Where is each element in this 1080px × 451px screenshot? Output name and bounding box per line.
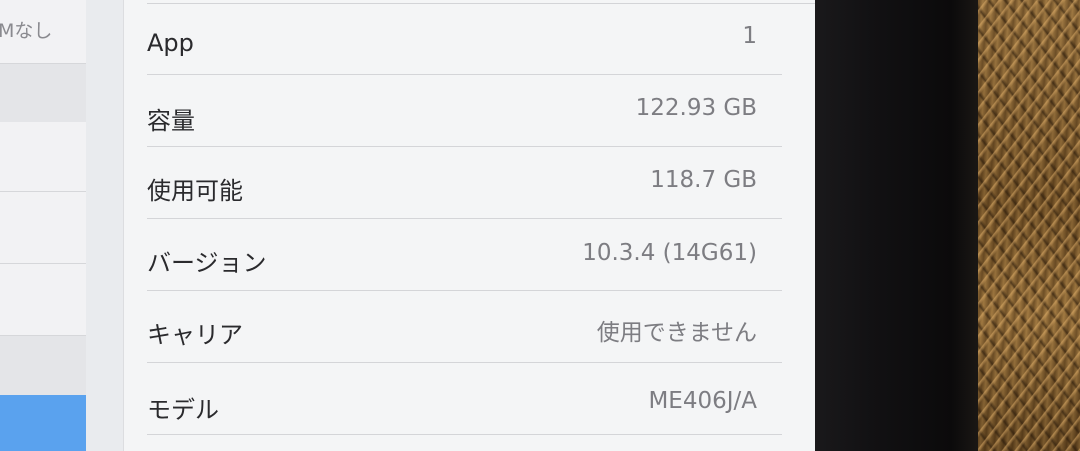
about-row-available: 使用可能 118.7 GB xyxy=(124,147,815,219)
row-label-carrier: キャリア xyxy=(147,321,243,349)
row-value-capacity: 122.93 GB xyxy=(635,95,757,121)
row-label-app: App xyxy=(147,29,194,57)
master-section-gap xyxy=(0,64,86,122)
master-pane: Mなし xyxy=(0,0,87,451)
row-value-model: ME406J/A xyxy=(648,388,757,414)
about-group: App 1 容量 122.93 GB 使用可能 118.7 GB バージョン 1… xyxy=(123,0,815,451)
row-label-capacity: 容量 xyxy=(147,107,195,135)
about-row-model: モデル ME406J/A xyxy=(124,363,815,435)
master-row[interactable] xyxy=(0,122,86,192)
master-section-gap xyxy=(0,336,86,395)
master-row[interactable] xyxy=(0,264,86,336)
about-row-app: App 1 xyxy=(124,3,815,75)
master-row-label: Mなし xyxy=(0,20,53,42)
row-value-version: 10.3.4 (14G61) xyxy=(582,240,757,266)
device-bezel xyxy=(800,0,978,451)
device-screen: Mなし App 1 容量 122.93 GB 使用可能 118.7 GB バージ… xyxy=(0,0,815,451)
row-label-model: モデル xyxy=(147,396,219,424)
row-value-carrier: 使用できません xyxy=(596,320,757,346)
separator xyxy=(147,434,782,435)
about-row-carrier: キャリア 使用できません xyxy=(124,291,815,363)
row-label-available: 使用可能 xyxy=(147,177,243,205)
row-label-version: バージョン xyxy=(147,249,267,277)
detail-pane: App 1 容量 122.93 GB 使用可能 118.7 GB バージョン 1… xyxy=(86,0,815,451)
master-row-sim[interactable]: Mなし xyxy=(0,0,86,64)
row-value-app: 1 xyxy=(742,23,757,49)
master-row[interactable] xyxy=(0,192,86,264)
about-row-version: バージョン 10.3.4 (14G61) xyxy=(124,219,815,291)
row-value-available: 118.7 GB xyxy=(650,167,757,193)
about-row-capacity: 容量 122.93 GB xyxy=(124,75,815,147)
background-carpet xyxy=(965,0,1080,451)
master-row-selected[interactable] xyxy=(0,395,86,451)
